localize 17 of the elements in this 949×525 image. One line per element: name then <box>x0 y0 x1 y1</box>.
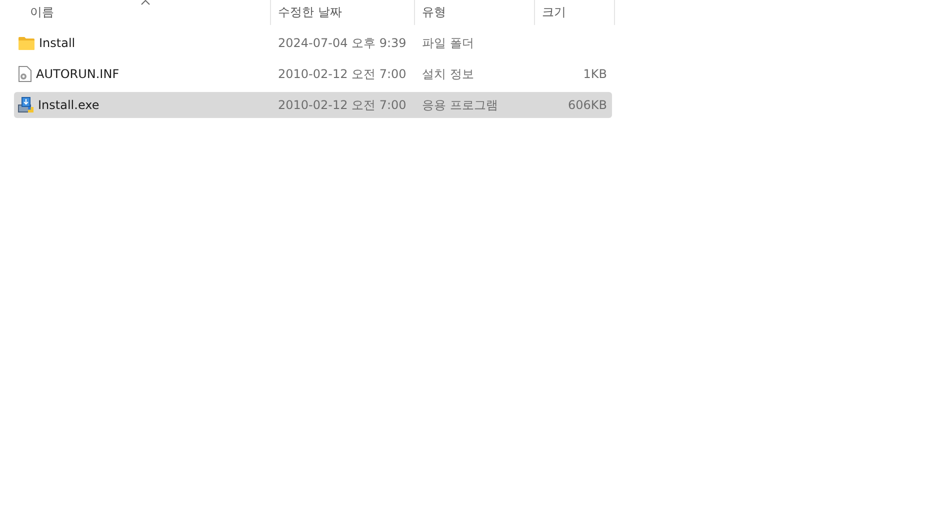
file-row[interactable]: Install.exe 2010-02-12 오전 7:00 응용 프로그램 606KB <box>14 92 612 118</box>
folder-icon <box>18 36 35 50</box>
file-type: 응용 프로그램 <box>422 96 498 114</box>
settings-file-icon <box>18 66 32 82</box>
file-name: Install.exe <box>38 98 100 112</box>
file-size: 606KB <box>568 98 607 112</box>
modified-date: 2024-07-04 오후 9:39 <box>278 34 406 52</box>
file-row[interactable]: Install 2024-07-04 오후 9:39 파일 폴더 <box>14 30 612 56</box>
file-row[interactable]: AUTORUN.INF 2010-02-12 오전 7:00 설치 정보 1KB <box>14 61 612 87</box>
file-name: AUTORUN.INF <box>36 67 120 81</box>
modified-date: 2010-02-12 오전 7:00 <box>278 66 406 82</box>
modified-date: 2010-02-12 오전 7:00 <box>278 96 406 114</box>
file-type: 파일 폴더 <box>422 34 474 52</box>
file-size: 1KB <box>583 67 607 81</box>
file-type: 설치 정보 <box>422 66 474 82</box>
file-name: Install <box>39 36 76 50</box>
installer-icon <box>18 97 34 113</box>
